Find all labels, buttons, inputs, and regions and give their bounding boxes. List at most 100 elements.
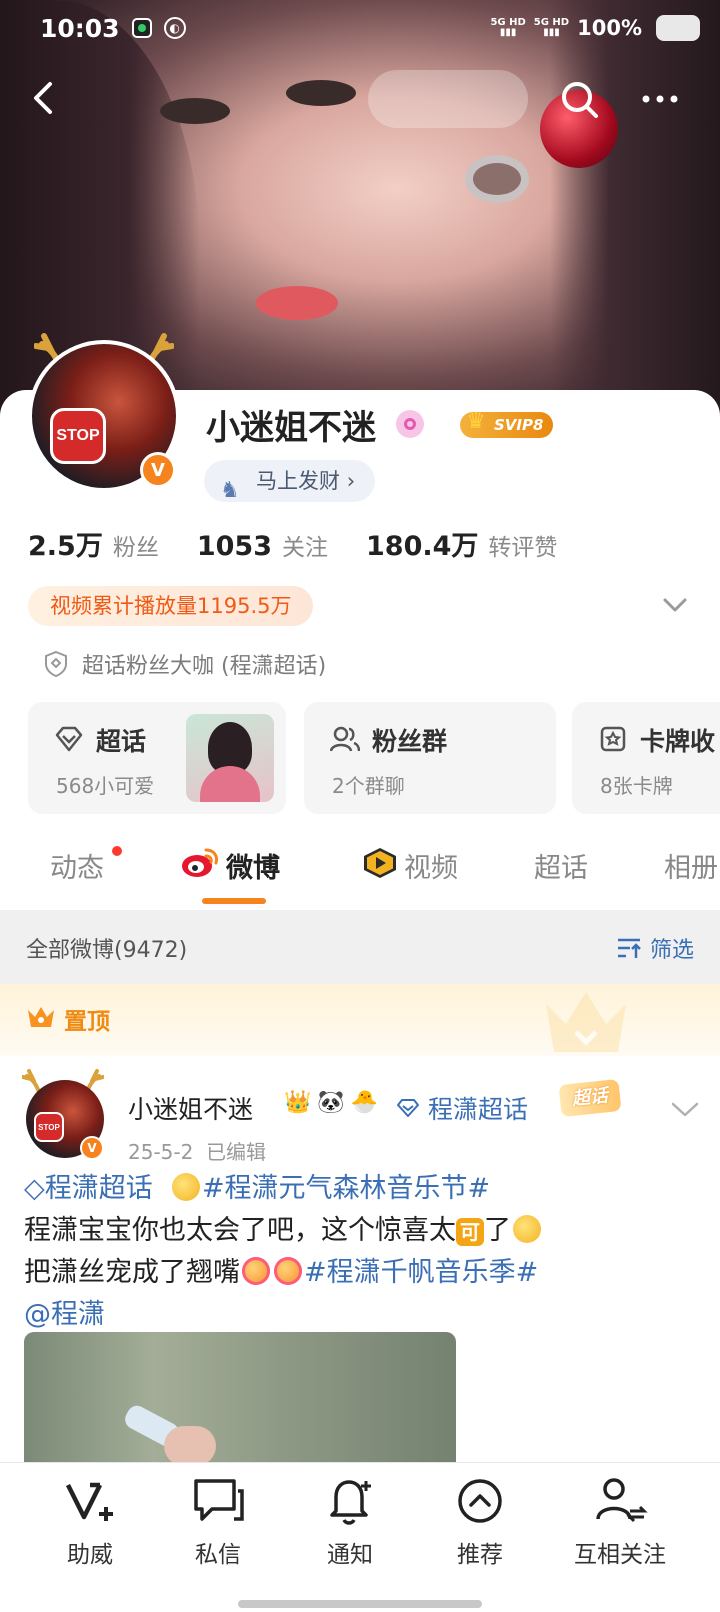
mutual-follow-button[interactable]: 互相关注: [550, 1473, 690, 1569]
interactions-count[interactable]: 180.4万: [366, 524, 478, 563]
post-author-badges: 👑 🐼 🐣: [284, 1090, 378, 1115]
post-mention[interactable]: @程潇: [24, 1299, 105, 1330]
search-icon[interactable]: [558, 78, 600, 120]
chat-icon: [656, 15, 700, 41]
notify-button[interactable]: 通知: [290, 1473, 410, 1569]
supertopic-diamond-icon: [397, 1099, 419, 1117]
post-text-c: 把潇丝宠成了翘嘴: [24, 1257, 240, 1288]
notification-circle-icon: ◐: [163, 17, 186, 39]
horse-icon: ♞: [220, 478, 240, 503]
smile-emoji-icon: [171, 1173, 200, 1201]
tile-fan-group-title: 粉丝群: [372, 727, 448, 756]
tab-supertopic[interactable]: 超话: [534, 846, 588, 885]
tile-supertopic[interactable]: 超话 568小可爱: [28, 702, 286, 814]
profile-avatar[interactable]: STOP V: [28, 333, 180, 500]
filter-button[interactable]: 筛选: [616, 932, 694, 964]
all-posts-count[interactable]: 全部微博(9472): [26, 932, 187, 964]
message-button[interactable]: 私信: [158, 1473, 278, 1569]
message-icon: [194, 1479, 244, 1521]
recommend-label: 推荐: [457, 1542, 503, 1568]
followers-count[interactable]: 2.5万: [28, 524, 103, 563]
tab-video[interactable]: 视频: [404, 846, 458, 885]
supertopic-sticker-badge: 超话: [558, 1078, 622, 1118]
post-text-b: 了: [484, 1215, 511, 1246]
filter-icon: [617, 938, 641, 958]
post-line-4: @程潇: [24, 1294, 704, 1336]
diamond-icon: [55, 726, 83, 752]
tab-activity[interactable]: 动态: [50, 846, 104, 885]
image-hand: [164, 1426, 216, 1466]
chevron-up-circle-icon: [458, 1479, 502, 1523]
tile-card-collection[interactable]: 卡牌收 8张卡牌: [572, 702, 720, 814]
followers-label[interactable]: 粉丝: [113, 528, 159, 562]
post-hashtag-1[interactable]: #程潇元气森林音乐节#: [202, 1173, 490, 1204]
bottom-action-bar: 助威 私信 通知 推荐 互相关注: [0, 1462, 720, 1612]
cheer-button[interactable]: 助威: [30, 1473, 150, 1569]
video-views-badge[interactable]: 视频累计播放量1195.5万: [28, 586, 314, 626]
chevron-right-icon: ›: [346, 469, 356, 493]
tile-fan-group[interactable]: 粉丝群 2个群聊: [304, 702, 556, 814]
post-author-name[interactable]: 小迷姐不迷: [128, 1090, 253, 1126]
following-count[interactable]: 1053: [197, 531, 272, 562]
crown-icon: [28, 1007, 54, 1027]
post-supertopic-link[interactable]: 程潇超话: [396, 1090, 528, 1126]
profile-username: 小迷姐不迷: [206, 408, 376, 448]
post-meta: 25-5-2 已编辑: [128, 1136, 266, 1165]
post-text-a: 程潇宝宝你也太会了吧，这个惊喜太: [24, 1215, 456, 1246]
post-line-1: ◇程潇超话 #程潇元气森林音乐节#: [24, 1168, 704, 1210]
mutual-follow-icon: [596, 1478, 648, 1523]
supertopic-fan-title-label: 超话粉丝大咖 (程潇超话): [82, 654, 327, 679]
verified-badge-icon: V: [140, 452, 176, 488]
tile-supertopic-sub: 568小可爱: [56, 774, 155, 798]
back-arrow-icon[interactable]: [26, 80, 62, 116]
active-tab-indicator: [202, 898, 266, 904]
chevron-down-icon[interactable]: [662, 596, 688, 614]
tab-weibo[interactable]: 微博: [226, 846, 280, 885]
fan-badge-icon[interactable]: [396, 410, 424, 438]
group-icon: [330, 726, 360, 752]
decorative-crown-icon: [546, 992, 626, 1052]
fortune-tag[interactable]: ♞ 马上发财 ›: [204, 460, 376, 503]
network-1-indicator: 5G HD ▮▮▮: [490, 17, 526, 38]
svip-badge[interactable]: SVIP8: [460, 409, 554, 438]
post-more-chevron-icon[interactable]: [670, 1100, 700, 1118]
status-time: 10:03: [40, 13, 120, 43]
post-topic-label: 程潇超话: [428, 1095, 529, 1124]
post-stop-sign-icon: STOP: [34, 1112, 64, 1142]
unread-dot: [112, 846, 122, 856]
ke-emoji-icon: 可: [456, 1218, 484, 1246]
profile-stats: 2.5万 粉丝 1053 关注 180.4万 转评赞: [28, 524, 595, 563]
post-supertopic-tag[interactable]: 程潇超话: [45, 1173, 153, 1204]
post-edited-label: 已编辑: [206, 1140, 267, 1164]
more-icon[interactable]: [640, 84, 680, 114]
post-line-2: 程潇宝宝你也太会了吧，这个惊喜太可了: [24, 1210, 704, 1252]
card-icon: [600, 726, 626, 752]
shield-icon: [45, 650, 67, 678]
tile-card-title: 卡牌收: [640, 727, 716, 756]
recommend-button[interactable]: 推荐: [420, 1473, 540, 1569]
sweat-smile-emoji-icon: [513, 1215, 541, 1243]
cover-lips: [256, 286, 338, 320]
post-hashtag-2[interactable]: #程潇千帆音乐季#: [304, 1257, 538, 1288]
post-verified-badge-icon: V: [80, 1136, 104, 1160]
heart-eyes-emoji-icon: [242, 1257, 270, 1285]
pinned-label: 置顶: [64, 1009, 110, 1035]
tile-card-sub: 8张卡牌: [600, 774, 673, 798]
message-label: 私信: [195, 1542, 241, 1568]
tile-supertopic-title: 超话: [96, 727, 147, 756]
app-notification-icon: [131, 18, 152, 38]
feature-tiles: 超话 568小可爱 粉丝群 2个群聊 卡牌收 8张卡牌: [28, 702, 720, 814]
following-label[interactable]: 关注: [282, 528, 328, 562]
tab-album[interactable]: 相册: [664, 846, 718, 885]
mutual-follow-label: 互相关注: [574, 1542, 666, 1568]
interactions-label[interactable]: 转评赞: [488, 528, 557, 562]
v-plus-icon: [65, 1482, 113, 1521]
post-line-3: 把潇丝宠成了翘嘴 #程潇千帆音乐季#: [24, 1252, 704, 1294]
supertopic-thumbnail: [186, 714, 274, 802]
home-indicator[interactable]: [238, 1600, 482, 1608]
post-filter-bar: 全部微博(9472) 筛选: [0, 910, 720, 984]
supertopic-fan-title[interactable]: 超话粉丝大咖 (程潇超话): [44, 648, 326, 680]
post-image[interactable]: [24, 1332, 456, 1468]
supertopic-inline-icon: ◇: [24, 1173, 45, 1204]
pinned-section: 置顶: [0, 984, 720, 1056]
